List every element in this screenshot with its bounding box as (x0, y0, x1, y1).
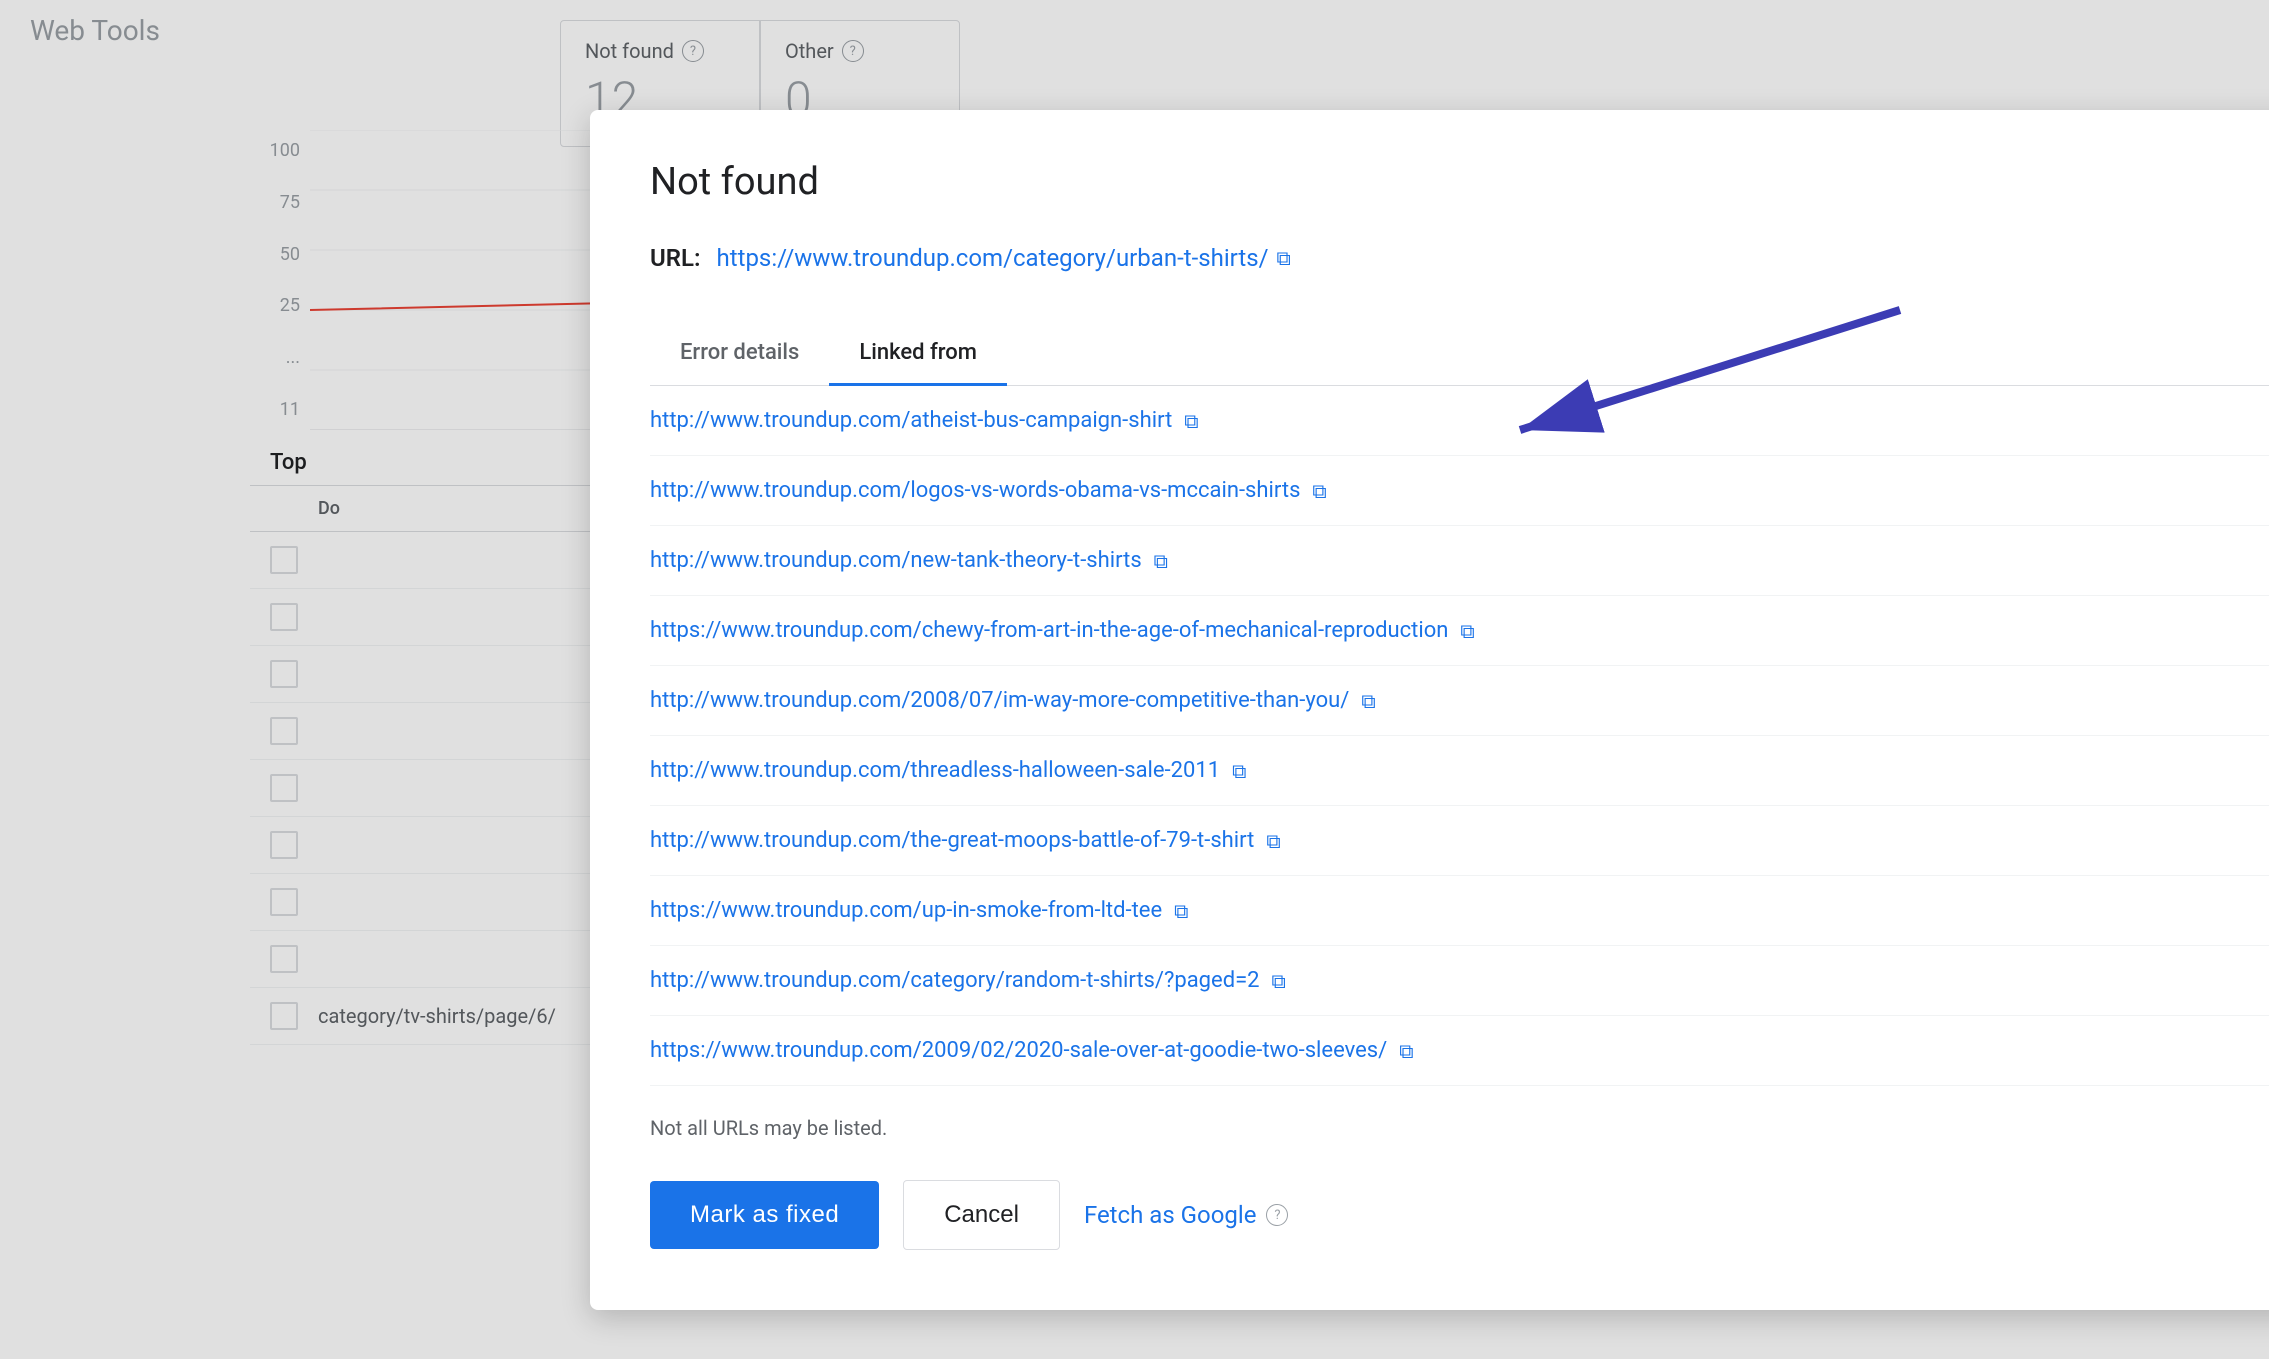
link-5[interactable]: http://www.troundup.com/2008/07/im-way-m… (650, 688, 1349, 713)
list-item: http://www.troundup.com/2008/07/im-way-m… (650, 666, 2269, 736)
not-all-note: Not all URLs may be listed. (650, 1116, 2269, 1140)
modal-url-text: https://www.troundup.com/category/urban-… (717, 244, 1269, 272)
external-link-icon: ⧉ (1399, 1039, 1413, 1063)
external-link-icon: ⧉ (1361, 689, 1375, 713)
fetch-as-google-link[interactable]: Fetch as Google ? (1084, 1201, 1289, 1229)
external-link-icon: ⧉ (1174, 899, 1188, 923)
tab-error-details[interactable]: Error details (650, 322, 829, 386)
modal-footer: Mark as fixed Cancel Fetch as Google ? (650, 1180, 2269, 1250)
link-1[interactable]: http://www.troundup.com/atheist-bus-camp… (650, 408, 1172, 433)
fetch-google-help-icon[interactable]: ? (1266, 1204, 1288, 1226)
fetch-google-label: Fetch as Google (1084, 1201, 1257, 1229)
link-3[interactable]: http://www.troundup.com/new-tank-theory-… (650, 548, 1142, 573)
modal-title: Not found (650, 160, 2269, 204)
link-9[interactable]: http://www.troundup.com/category/random-… (650, 968, 1260, 993)
list-item: http://www.troundup.com/logos-vs-words-o… (650, 456, 2269, 526)
external-link-icon: ⧉ (1154, 549, 1168, 573)
modal-url-row: URL: https://www.troundup.com/category/u… (650, 244, 2269, 272)
modal-url-link[interactable]: https://www.troundup.com/category/urban-… (717, 244, 1291, 272)
tab-linked-from[interactable]: Linked from (829, 322, 1007, 386)
list-item: https://www.troundup.com/up-in-smoke-fro… (650, 876, 2269, 946)
list-item: https://www.troundup.com/chewy-from-art-… (650, 596, 2269, 666)
external-link-icon: ⧉ (1460, 619, 1474, 643)
link-8[interactable]: https://www.troundup.com/up-in-smoke-fro… (650, 898, 1162, 923)
link-4[interactable]: https://www.troundup.com/chewy-from-art-… (650, 618, 1448, 643)
link-6[interactable]: http://www.troundup.com/threadless-hallo… (650, 758, 1220, 783)
modal-url-label: URL: (650, 244, 701, 272)
list-item: http://www.troundup.com/new-tank-theory-… (650, 526, 2269, 596)
list-item: http://www.troundup.com/category/random-… (650, 946, 2269, 1016)
external-link-icon: ⧉ (1277, 246, 1291, 270)
mark-as-fixed-button[interactable]: Mark as fixed (650, 1181, 879, 1249)
external-link-icon: ⧉ (1272, 969, 1286, 993)
link-10[interactable]: https://www.troundup.com/2009/02/2020-sa… (650, 1038, 1387, 1063)
modal-dialog: Not found URL: https://www.troundup.com/… (590, 110, 2269, 1310)
cancel-button[interactable]: Cancel (903, 1180, 1060, 1250)
list-item: http://www.troundup.com/the-great-moops-… (650, 806, 2269, 876)
link-2[interactable]: http://www.troundup.com/logos-vs-words-o… (650, 478, 1300, 503)
external-link-icon: ⧉ (1232, 759, 1246, 783)
list-item: http://www.troundup.com/atheist-bus-camp… (650, 386, 2269, 456)
link-7[interactable]: http://www.troundup.com/the-great-moops-… (650, 828, 1254, 853)
modal-tabs: Error details Linked from (650, 322, 2269, 386)
links-list: http://www.troundup.com/atheist-bus-camp… (650, 386, 2269, 1086)
list-item: https://www.troundup.com/2009/02/2020-sa… (650, 1016, 2269, 1086)
external-link-icon: ⧉ (1266, 829, 1280, 853)
external-link-icon: ⧉ (1184, 409, 1198, 433)
external-link-icon: ⧉ (1312, 479, 1326, 503)
list-item: http://www.troundup.com/threadless-hallo… (650, 736, 2269, 806)
